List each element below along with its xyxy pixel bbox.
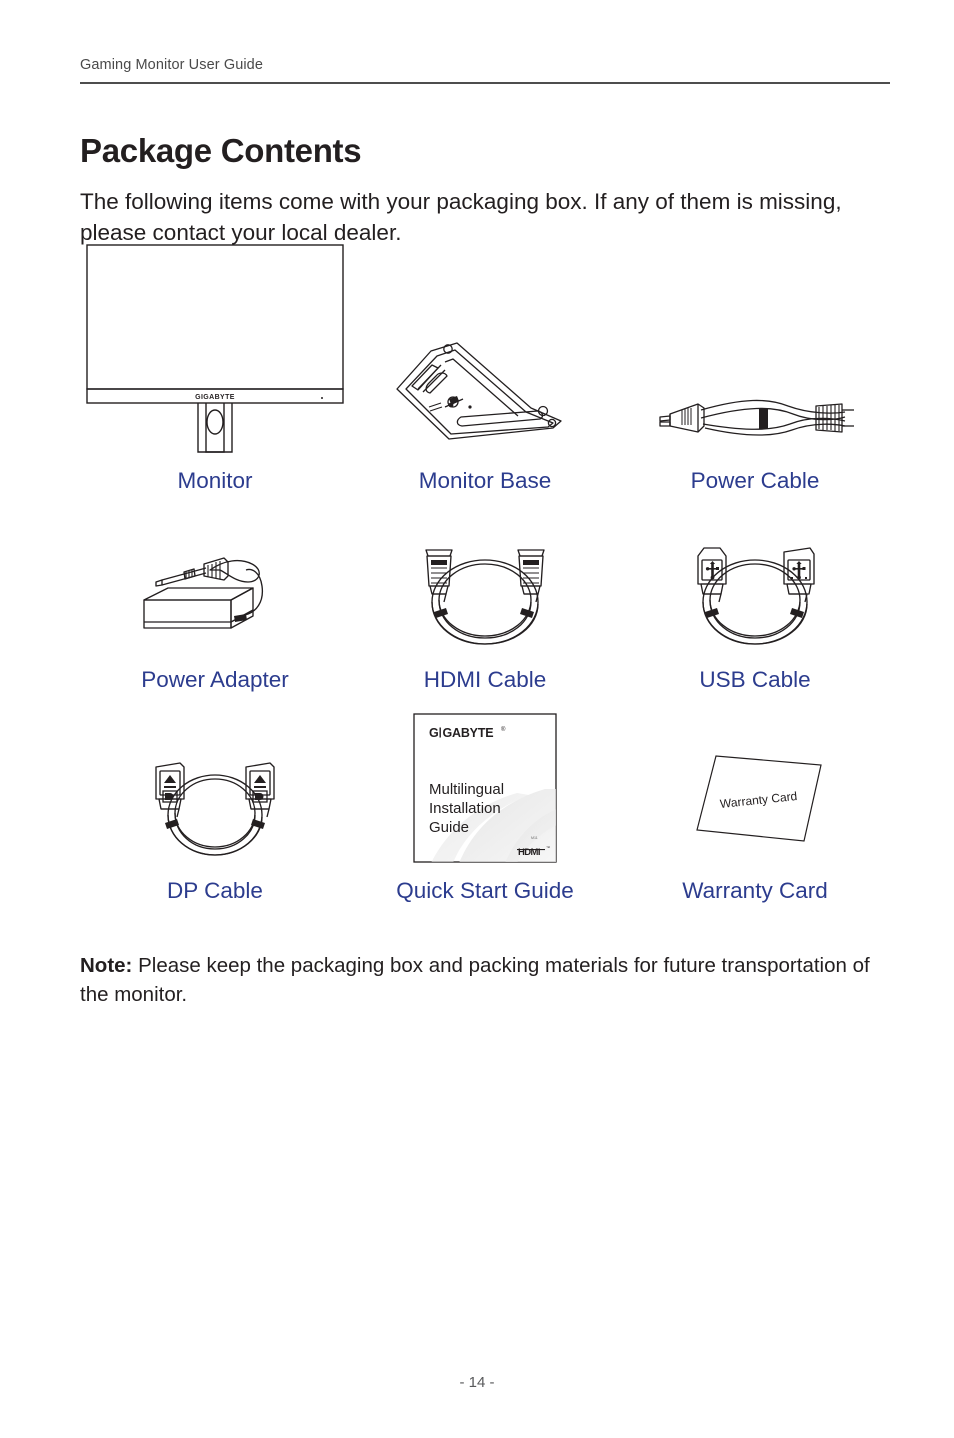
svg-text:HDMI: HDMI: [518, 847, 540, 858]
package-item-label: Power Cable: [690, 468, 820, 493]
quick-start-guide-illustration: G GABYTE ® Multilingual Installation Gui…: [413, 711, 557, 863]
item-row: Power Adapter HDMI Cable USB Cable: [80, 513, 890, 712]
package-item-label: Power Adapter: [141, 666, 289, 692]
note-paragraph: Note: Please keep the packaging box and …: [80, 951, 870, 1009]
svg-text:GABYTE: GABYTE: [443, 726, 494, 740]
package-item-label: Monitor Base: [418, 468, 552, 493]
power-adapter-illustration: [128, 513, 303, 648]
page-footer: - 14 -: [459, 1374, 495, 1391]
monitor-illustration: GIGABYTE: [84, 232, 346, 454]
svg-text:Guide: Guide: [429, 819, 469, 836]
package-item-quick-start-guide: G GABYTE ® Multilingual Installation Gui…: [350, 711, 620, 923]
monitor-base-illustration: [385, 232, 585, 454]
package-item-label: HDMI Cable: [423, 666, 547, 692]
package-item-label: USB Cable: [699, 666, 811, 692]
package-item-warranty-card: Warranty Card Warranty Card: [620, 711, 890, 923]
item-row: DP Cable G GABYTE ® Multilingual Install…: [80, 711, 890, 923]
page-title: Package Contents: [80, 132, 362, 170]
package-item-dp-cable: DP Cable: [80, 711, 350, 923]
package-item-monitor: GIGABYTE Monitor: [80, 232, 350, 513]
package-item-power-cable: Power Cable: [620, 232, 890, 513]
package-item-label: Warranty Card: [682, 878, 828, 903]
header-rule: [80, 81, 890, 84]
package-item-hdmi-cable: HDMI Cable: [350, 513, 620, 712]
page-header: Gaming Monitor User Guide: [80, 58, 890, 84]
package-item-label: Quick Start Guide: [396, 878, 574, 903]
warranty-card-illustration: Warranty Card: [673, 711, 838, 863]
package-item-monitor-base: Monitor Base: [350, 232, 620, 513]
package-contents-grid: GIGABYTE Monitor Monitor Base Power Cabl…: [80, 232, 890, 923]
power-cable-illustration: [648, 232, 863, 454]
svg-text:®: ®: [501, 726, 506, 733]
dp-cable-illustration: [134, 711, 296, 863]
item-row: GIGABYTE Monitor Monitor Base Power Cabl…: [80, 232, 890, 513]
note-prefix: Note:: [80, 953, 133, 977]
svg-text:G: G: [429, 726, 439, 740]
package-item-label: Monitor: [177, 468, 253, 493]
svg-text:M11: M11: [531, 836, 538, 840]
package-item-power-adapter: Power Adapter: [80, 513, 350, 712]
monitor-brand-text: GIGABYTE: [195, 394, 235, 401]
usb-cable-illustration: [670, 513, 840, 648]
running-head: Gaming Monitor User Guide: [80, 57, 264, 73]
svg-text:™: ™: [546, 845, 550, 850]
note-body: Please keep the packaging box and packin…: [80, 953, 870, 1006]
svg-text:Multilingual: Multilingual: [429, 781, 504, 798]
package-item-label: DP Cable: [167, 878, 263, 903]
package-item-usb-cable: USB Cable: [620, 513, 890, 712]
svg-text:Installation: Installation: [429, 800, 501, 817]
hdmi-cable-illustration: [400, 513, 570, 648]
